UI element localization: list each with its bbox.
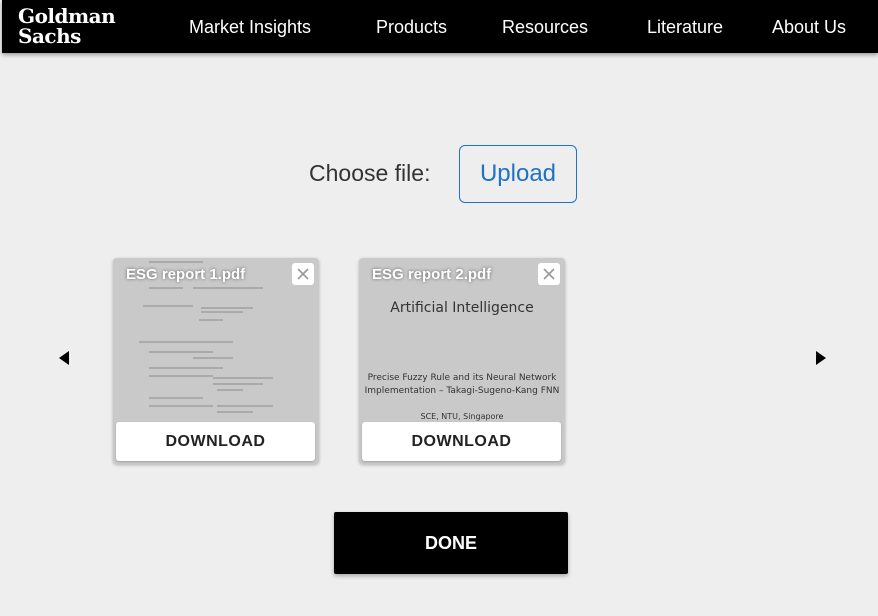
done-button[interactable]: DONE xyxy=(334,512,568,574)
download-button[interactable]: DOWNLOAD xyxy=(116,422,315,461)
preview-footer: SCE, NTU, Singapore xyxy=(420,412,504,421)
preview-subtitle: Precise Fuzzy Rule and its Neural Networ… xyxy=(359,372,565,398)
preview-subtitle-line-2: Implementation – Takagi-Sugeno-Kang FNN xyxy=(364,386,560,396)
chevron-right-icon[interactable] xyxy=(816,351,826,365)
choose-file-label: Choose file: xyxy=(309,160,431,186)
nav-products[interactable]: Products xyxy=(376,17,447,37)
upload-button[interactable]: Upload xyxy=(459,145,577,203)
close-icon[interactable] xyxy=(292,263,314,285)
nav-resources[interactable]: Resources xyxy=(502,17,588,37)
nav-about-us[interactable]: About Us xyxy=(772,17,846,37)
nav-market-insights[interactable]: Market Insights xyxy=(189,17,311,37)
file-card: Artificial Intelligence Precise Fuzzy Ru… xyxy=(359,258,565,464)
file-card: ESG report 1.pdf DOWNLOAD xyxy=(113,258,319,464)
download-button[interactable]: DOWNLOAD xyxy=(362,422,561,461)
preview-subtitle-line-1: Precise Fuzzy Rule and its Neural Networ… xyxy=(367,373,557,383)
nav-literature[interactable]: Literature xyxy=(647,17,723,37)
goldman-sachs-logo[interactable]: Goldman Sachs xyxy=(18,4,116,48)
logo-line-1: Goldman xyxy=(18,4,116,28)
preview-title: Artificial Intelligence xyxy=(390,300,534,316)
chevron-left-icon[interactable] xyxy=(59,351,69,365)
logo-line-2: Sachs xyxy=(18,24,81,48)
file-name: ESG report 1.pdf xyxy=(126,266,246,283)
top-navbar: Goldman Sachs Market Insights Products R… xyxy=(2,0,878,53)
close-icon[interactable] xyxy=(538,263,560,285)
file-name: ESG report 2.pdf xyxy=(372,266,492,283)
